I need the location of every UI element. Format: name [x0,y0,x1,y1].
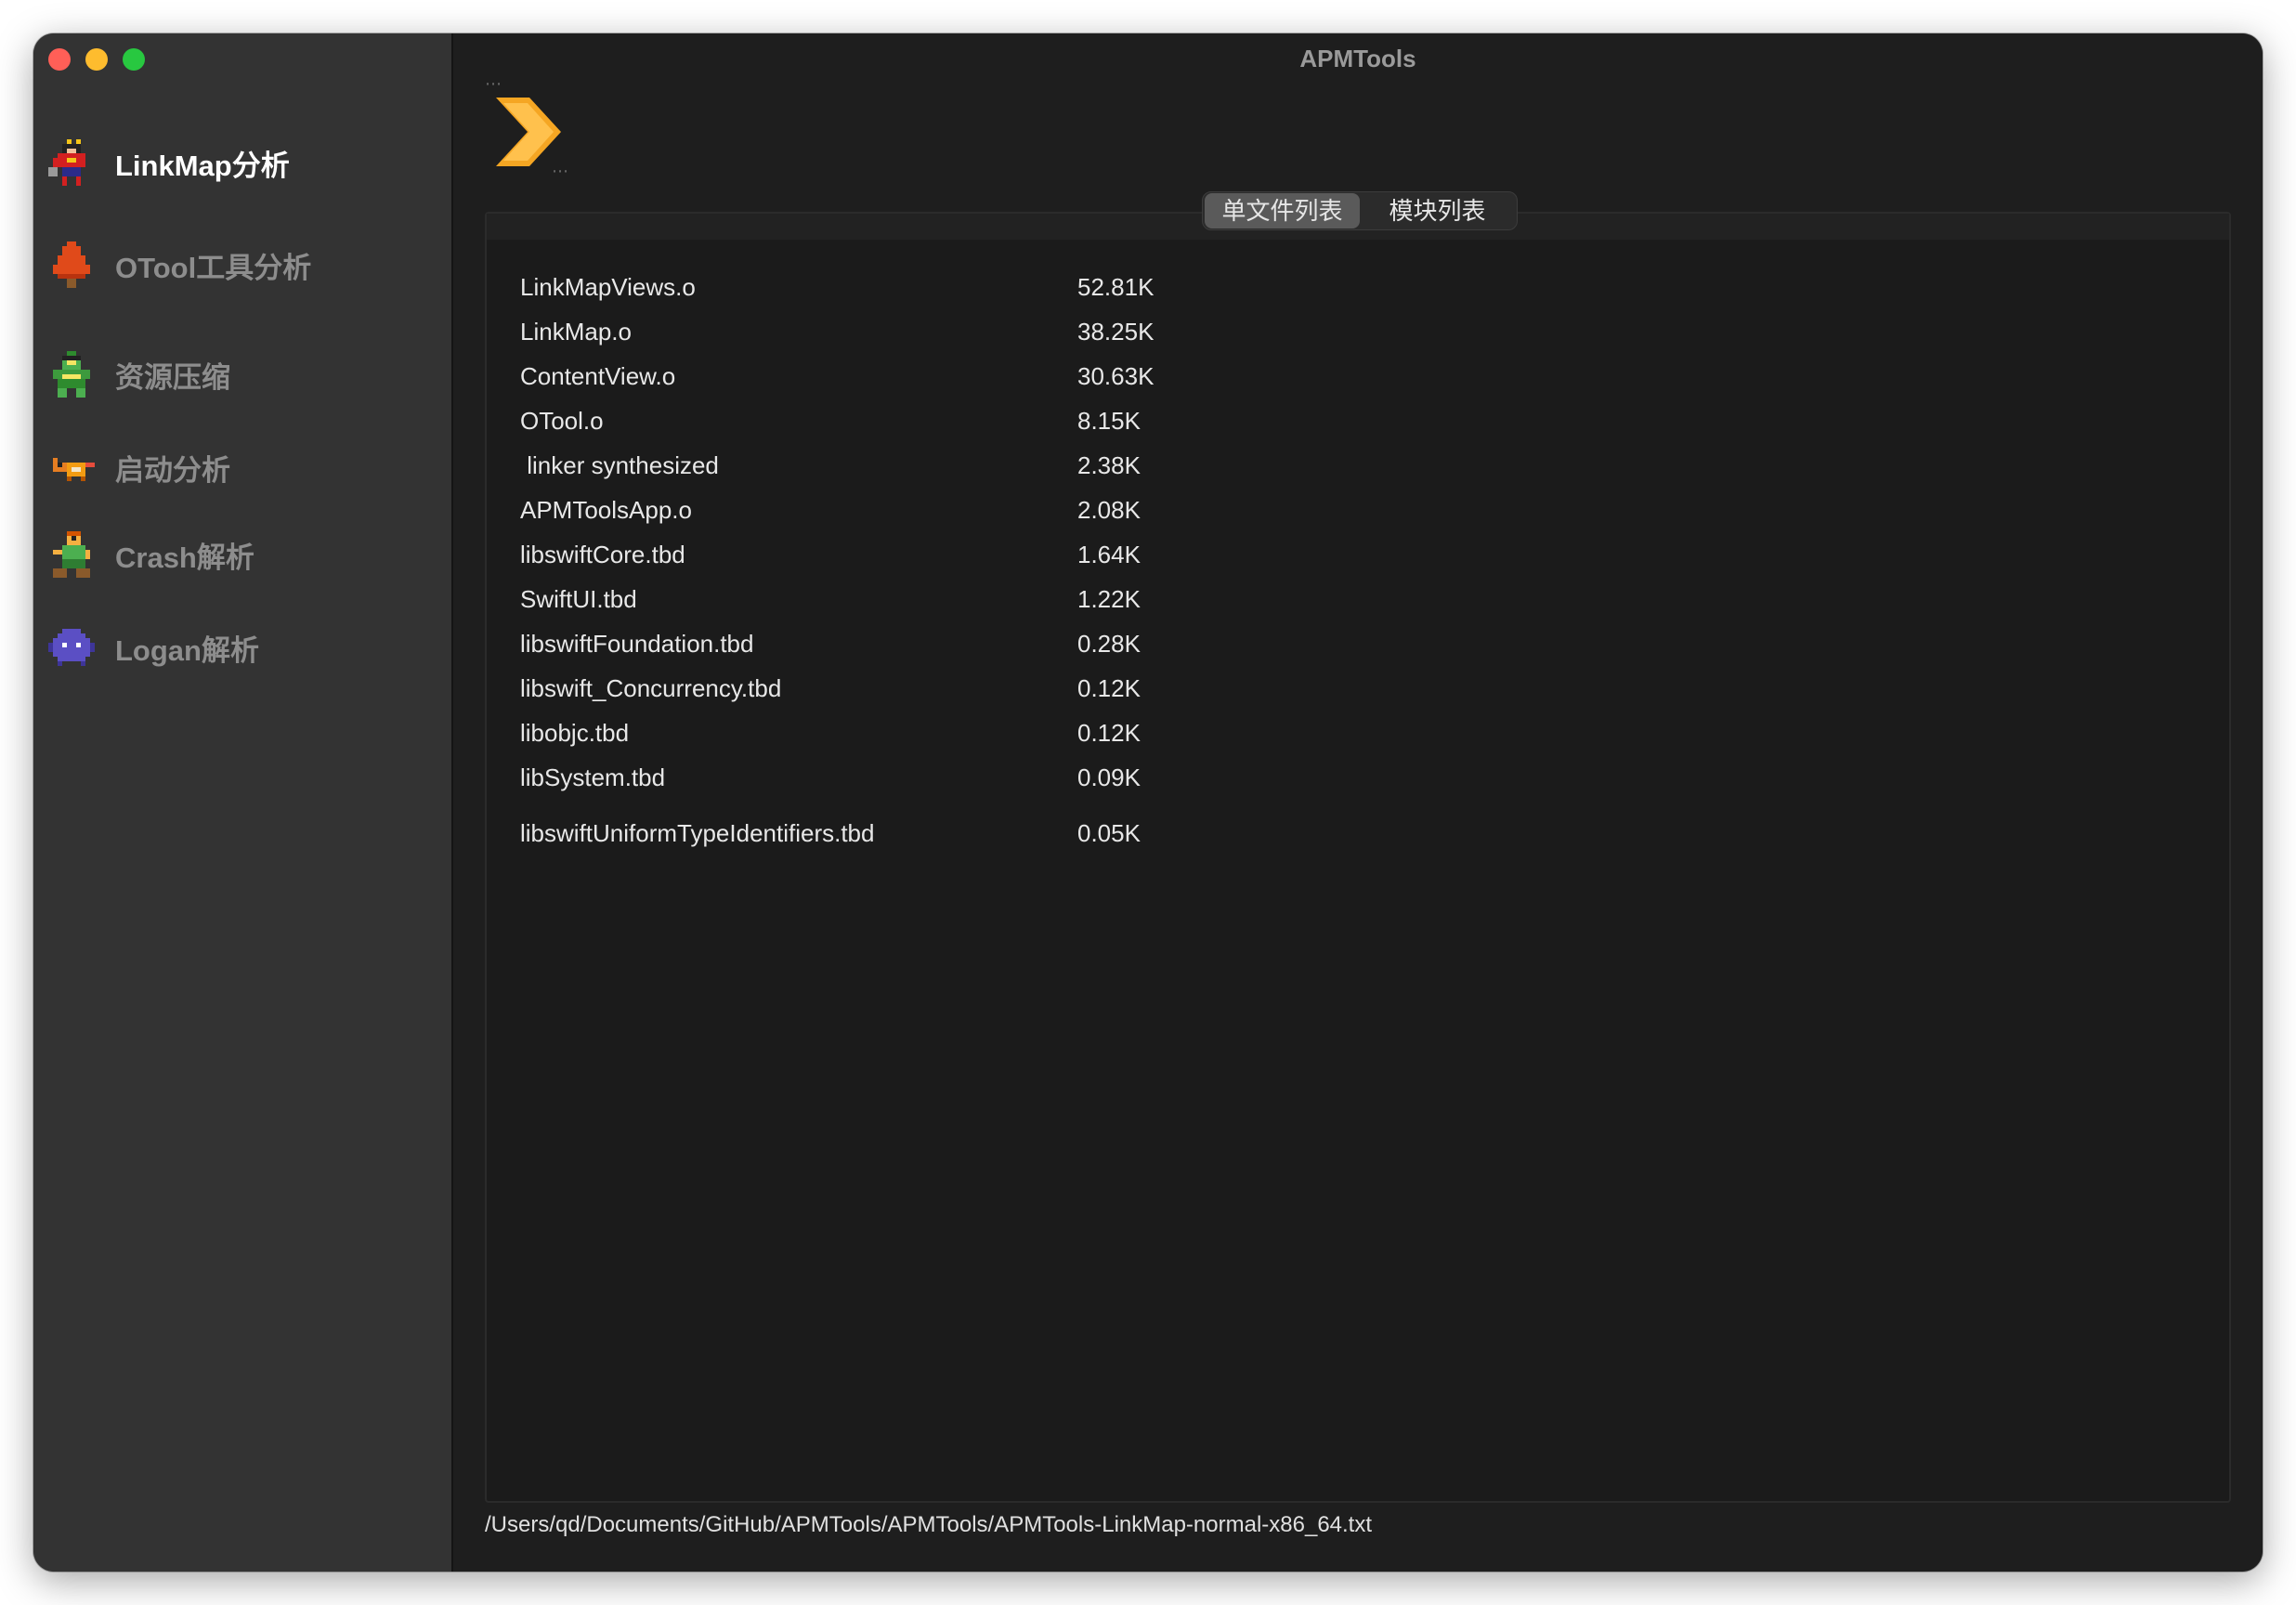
file-size-cell: 0.12K [1077,718,1141,747]
sidebar-item-label: LinkMap分析 [115,149,290,182]
drag-handle-dots-bottom: ⋯ [552,162,569,180]
sidebar-item-label: 资源压缩 [115,360,230,394]
sidebar: LinkMap分析 OTool工具分析 资源压缩 启动分析 Crash解析 Lo… [33,33,453,1572]
pixel-frog-icon [53,351,90,398]
table-row[interactable]: libswift_Concurrency.tbd 0.12K [520,666,1154,711]
file-size-cell: 30.63K [1077,361,1155,390]
table-row[interactable]: APMToolsApp.o 2.08K [520,488,1154,532]
window-title: APMTools [1299,45,1416,72]
close-window-button[interactable] [48,48,71,71]
tab-module-list[interactable]: 模块列表 [1360,193,1515,228]
sidebar-item-otool[interactable]: OTool工具分析 [48,232,438,297]
chevron-right-icon[interactable] [492,94,565,170]
file-size-cell: 0.12K [1077,673,1141,702]
sidebar-item-label: OTool工具分析 [115,251,312,284]
file-size-cell: 1.22K [1077,584,1141,613]
file-size-cell: 2.08K [1077,495,1141,524]
file-size-cell: 8.15K [1077,406,1141,435]
minimize-window-button[interactable] [85,48,108,71]
table-row[interactable]: SwiftUI.tbd 1.22K [520,577,1154,621]
table-row[interactable]: libswiftCore.tbd 1.64K [520,532,1154,577]
table-row[interactable]: ContentView.o 30.63K [520,354,1154,398]
view-mode-segmented-control[interactable]: 单文件列表 模块列表 [1202,191,1518,230]
file-size-cell: 38.25K [1077,317,1155,346]
drag-handle-dots-top: ⋯ [485,74,502,93]
file-name-cell: libswiftUniformTypeIdentifiers.tbd [520,819,875,847]
file-name-cell: SwiftUI.tbd [520,585,637,613]
file-size-cell: 0.05K [1077,818,1141,847]
file-size-cell: 2.38K [1077,450,1141,479]
file-size-cell: 0.28K [1077,629,1141,658]
pixel-tree-icon [53,241,90,288]
app-window: LinkMap分析 OTool工具分析 资源压缩 启动分析 Crash解析 Lo… [33,33,2263,1572]
zoom-window-button[interactable] [123,48,145,71]
table-row[interactable]: libswiftFoundation.tbd 0.28K [520,621,1154,666]
sidebar-item-label: Logan解析 [115,633,259,667]
file-name-cell: linker synthesized [520,451,719,479]
file-size-cell: 0.09K [1077,763,1141,791]
file-name-cell: OTool.o [520,407,604,435]
table-body: LinkMapViews.o 52.81K LinkMap.o 38.25K Conte… [520,265,1154,865]
file-path-label: /Users/qd/Documents/GitHub/APMTools/APMT… [485,1512,1373,1537]
sidebar-item-label: Crash解析 [115,541,254,574]
sidebar-item-crash[interactable]: Crash解析 [48,522,438,587]
table-row[interactable]: linker synthesized 2.38K [520,443,1154,488]
pixel-hero-red-icon [48,139,85,186]
sidebar-item-resource-compress[interactable]: 资源压缩 [48,342,438,407]
sidebar-item-linkmap[interactable]: LinkMap分析 [48,130,438,195]
file-name-cell: libswiftFoundation.tbd [520,630,754,658]
table-row[interactable]: LinkMap.o 38.25K [520,309,1154,354]
sidebar-item-launch-analysis[interactable]: 启动分析 [48,435,438,500]
file-name-cell: libswift_Concurrency.tbd [520,674,782,702]
pixel-fox-icon [53,458,95,481]
table-row[interactable]: libobjc.tbd 0.12K [520,711,1154,755]
file-name-cell: libswiftCore.tbd [520,541,685,568]
table-row[interactable]: libSystem.tbd 0.09K [520,755,1154,800]
file-name-cell: APMToolsApp.o [520,496,692,524]
sidebar-item-logan[interactable]: Logan解析 [48,615,438,680]
file-size-cell: 1.64K [1077,540,1141,568]
file-name-cell: LinkMapViews.o [520,273,696,301]
file-name-cell: LinkMap.o [520,318,632,346]
file-size-table: LinkMapViews.o 52.81K LinkMap.o 38.25K Conte… [485,212,2231,1503]
file-name-cell: ContentView.o [520,362,676,390]
pixel-goblin-icon [53,531,90,578]
tab-single-file-list[interactable]: 单文件列表 [1205,193,1360,228]
sidebar-item-label: 启动分析 [115,453,230,487]
main-content: APMTools ⋯ ⋯ LinkMapViews.o 52.81K LinkMap… [453,33,2263,1572]
file-size-cell: 52.81K [1077,272,1155,301]
table-row[interactable]: libswiftUniformTypeIdentifiers.tbd 0.05K [520,802,1154,865]
table-row[interactable]: OTool.o 8.15K [520,398,1154,443]
pixel-blob-icon [48,629,95,666]
file-name-cell: libSystem.tbd [520,763,666,791]
file-name-cell: libobjc.tbd [520,719,630,747]
table-row[interactable]: LinkMapViews.o 52.81K [520,265,1154,309]
